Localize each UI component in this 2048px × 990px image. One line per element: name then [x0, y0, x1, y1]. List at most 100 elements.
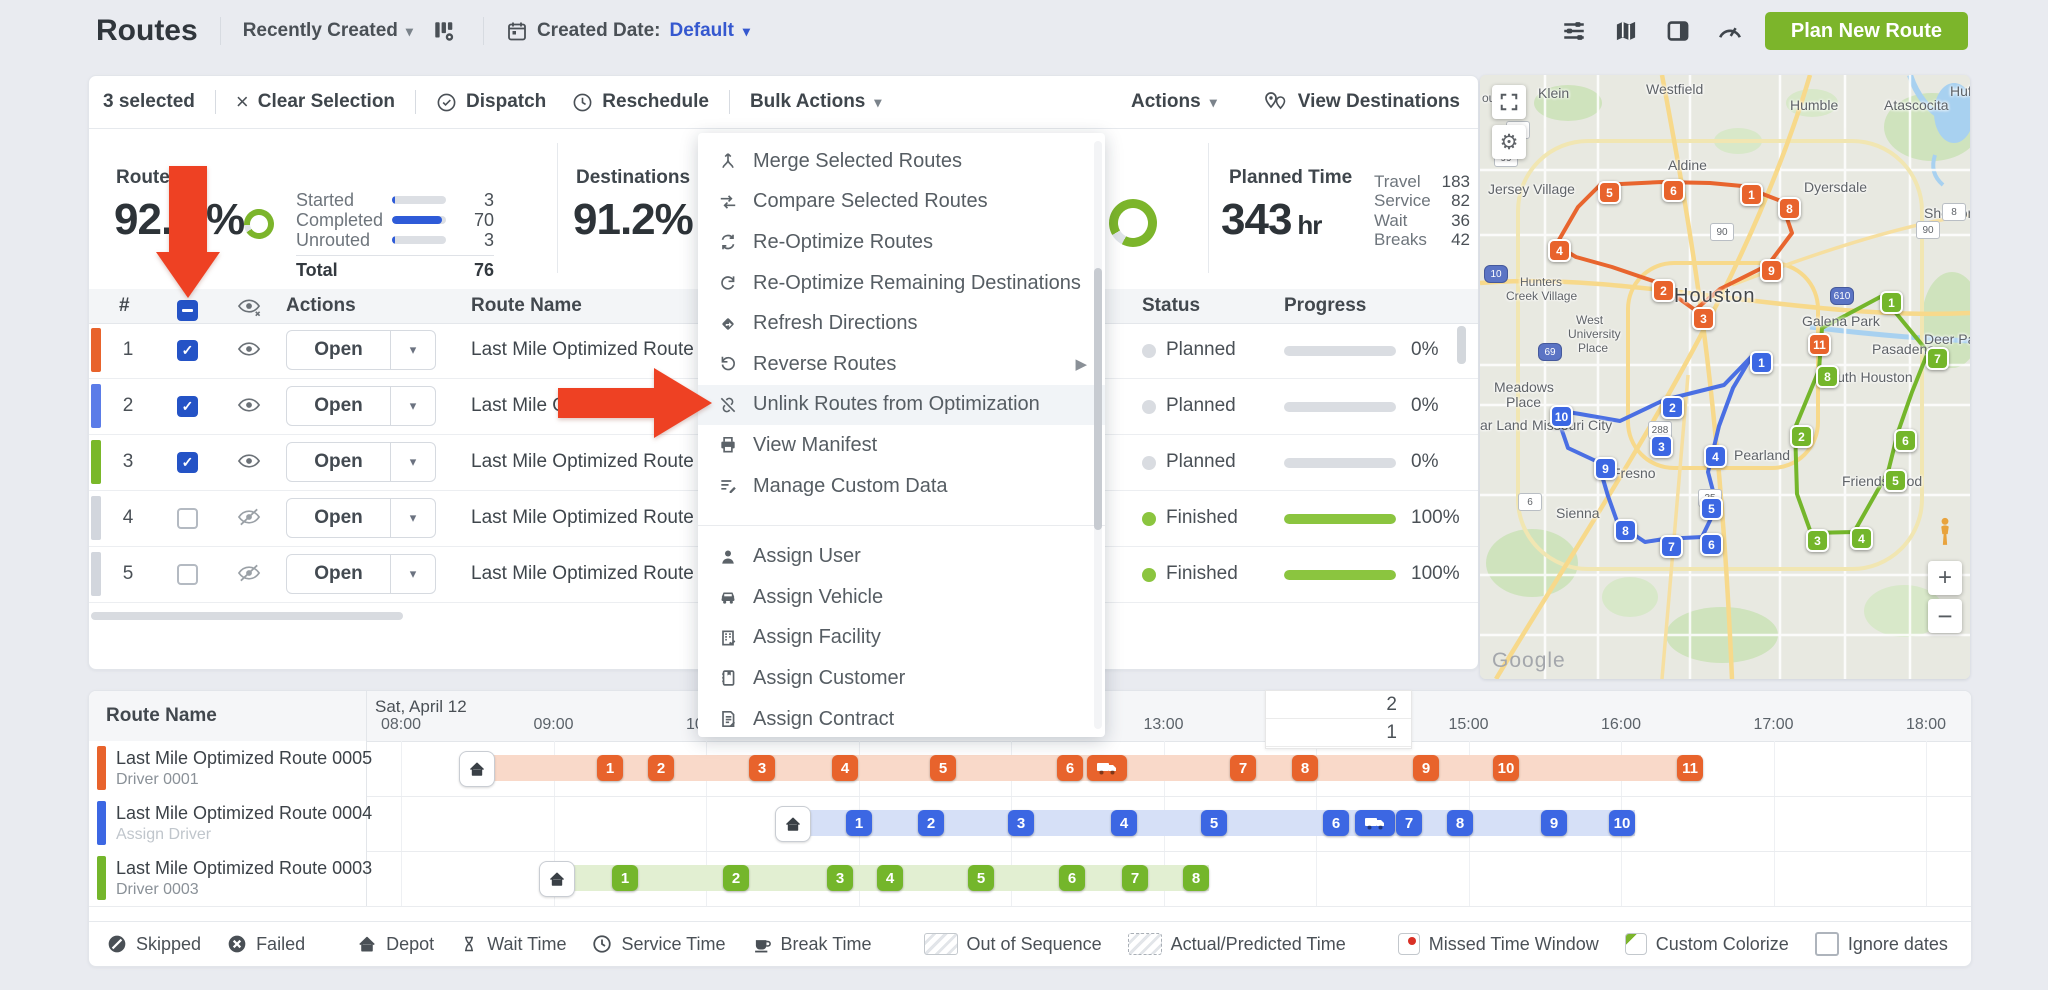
map-stop-marker[interactable]: 10: [1550, 405, 1573, 428]
menu-scrollbar-thumb[interactable]: [1094, 268, 1102, 530]
depot-marker[interactable]: [539, 861, 575, 897]
map-stop-marker[interactable]: 3: [1806, 529, 1829, 552]
stop-marker[interactable]: 5: [1201, 810, 1227, 836]
stop-marker[interactable]: 8: [1183, 865, 1209, 891]
pegman-icon[interactable]: [1928, 515, 1962, 549]
stop-marker[interactable]: 2: [723, 865, 749, 891]
map-stop-marker[interactable]: 5: [1884, 469, 1907, 492]
stop-marker[interactable]: 6: [1057, 755, 1083, 781]
stop-marker[interactable]: 9: [1541, 810, 1567, 836]
map-stop-marker[interactable]: 4: [1704, 445, 1727, 468]
stop-marker[interactable]: 7: [1122, 865, 1148, 891]
map-stop-marker[interactable]: 1: [1740, 183, 1763, 206]
horizontal-scrollbar[interactable]: [91, 612, 403, 620]
timeline-route-cell[interactable]: Last Mile Optimized Route 0005 Driver 000…: [89, 741, 372, 796]
map-stop-marker[interactable]: 3: [1692, 307, 1715, 330]
map-stop-marker[interactable]: 7: [1660, 535, 1683, 558]
zoom-out-button[interactable]: −: [1928, 599, 1962, 633]
map-stop-marker[interactable]: 6: [1662, 179, 1685, 202]
stop-marker[interactable]: 2: [648, 755, 674, 781]
plan-new-route-button[interactable]: Plan New Route: [1764, 12, 1968, 50]
menu-item-contract[interactable]: Assign Contract: [698, 699, 1105, 740]
map-stop-marker[interactable]: 4: [1850, 527, 1873, 550]
map-stop-marker[interactable]: 5: [1700, 497, 1723, 520]
map-view-button[interactable]: [1609, 14, 1643, 48]
menu-item-user[interactable]: Assign User: [698, 536, 1105, 577]
stop-marker[interactable]: 5: [930, 755, 956, 781]
menu-item-customer[interactable]: Assign Customer: [698, 658, 1105, 699]
map-panel[interactable]: Google ouettaKleinWestfieldHumbleAtascoc…: [1480, 75, 1970, 679]
menu-item-merge[interactable]: Merge Selected Routes: [698, 141, 1105, 182]
stop-marker[interactable]: 4: [832, 755, 858, 781]
created-date-filter[interactable]: Created Date: Default ▾: [506, 20, 750, 42]
depot-marker[interactable]: [775, 806, 811, 842]
stop-marker[interactable]: 6: [1323, 810, 1349, 836]
map-stop-marker[interactable]: 2: [1790, 425, 1813, 448]
fullscreen-button[interactable]: [1492, 85, 1526, 119]
stop-marker[interactable]: 1: [612, 865, 638, 891]
stop-marker[interactable]: 3: [827, 865, 853, 891]
reschedule-button[interactable]: Reschedule: [572, 91, 709, 113]
map-stop-marker[interactable]: 11: [1808, 333, 1831, 356]
map-stop-marker[interactable]: 8: [1816, 365, 1839, 388]
menu-item-unlink[interactable]: Unlink Routes from Optimization: [698, 384, 1105, 426]
stop-marker[interactable]: 11: [1677, 755, 1703, 781]
zoom-in-button[interactable]: +: [1928, 561, 1962, 595]
clear-selection-button[interactable]: × Clear Selection: [236, 89, 395, 115]
stop-marker[interactable]: 3: [749, 755, 775, 781]
actions-dropdown[interactable]: Actions ▾: [1131, 91, 1217, 113]
stop-marker[interactable]: 8: [1292, 755, 1318, 781]
row-checkbox[interactable]: ✓: [177, 340, 198, 361]
open-route-button[interactable]: Open ▾: [286, 330, 436, 370]
open-route-button[interactable]: Open ▾: [286, 386, 436, 426]
map-stop-marker[interactable]: 1: [1880, 291, 1903, 314]
eye-icon[interactable]: [237, 450, 262, 472]
dashboard-button[interactable]: [1713, 14, 1747, 48]
map-stop-marker[interactable]: 1: [1750, 351, 1773, 374]
stop-marker[interactable]: 4: [877, 865, 903, 891]
map-stop-marker[interactable]: 8: [1614, 519, 1637, 542]
eye-off-icon[interactable]: [237, 562, 262, 584]
menu-item-print[interactable]: View Manifest: [698, 425, 1105, 466]
row-checkbox[interactable]: [177, 564, 198, 585]
menu-item-facility[interactable]: Assign Facility: [698, 618, 1105, 659]
map-stop-marker[interactable]: 5: [1598, 181, 1621, 204]
stop-marker[interactable]: 3: [1008, 810, 1034, 836]
stop-marker[interactable]: 7: [1396, 810, 1422, 836]
menu-item-refresh-directions[interactable]: Refresh Directions: [698, 303, 1105, 344]
menu-item-reoptimize-remaining[interactable]: Re-Optimize Remaining Destinations: [698, 263, 1105, 304]
eye-icon[interactable]: [237, 394, 262, 416]
map-stop-marker[interactable]: 9: [1594, 457, 1617, 480]
dispatch-button[interactable]: Dispatch: [436, 91, 546, 113]
stop-marker[interactable]: 8: [1447, 810, 1473, 836]
menu-item-vehicle[interactable]: Assign Vehicle: [698, 577, 1105, 618]
stop-marker[interactable]: 1: [846, 810, 872, 836]
depot-marker[interactable]: [459, 751, 495, 787]
filters-button[interactable]: [1557, 14, 1591, 48]
ignore-dates-toggle[interactable]: Ignore dates: [1814, 932, 1948, 956]
stop-marker[interactable]: 10: [1609, 810, 1635, 836]
map-stop-marker[interactable]: 7: [1926, 347, 1949, 370]
map-stop-marker[interactable]: 3: [1650, 435, 1673, 458]
side-panel-button[interactable]: [1661, 14, 1695, 48]
row-checkbox[interactable]: [177, 508, 198, 529]
menu-item-reverse[interactable]: Reverse Routes ▶: [698, 344, 1105, 385]
row-checkbox[interactable]: ✓: [177, 452, 198, 473]
sort-dropdown[interactable]: Recently Created ▾: [243, 20, 413, 42]
map-stop-marker[interactable]: 6: [1700, 533, 1723, 556]
stop-marker[interactable]: 7: [1230, 755, 1256, 781]
bulk-actions-dropdown[interactable]: Bulk Actions ▾: [750, 91, 881, 113]
map-stop-marker[interactable]: 9: [1760, 259, 1783, 282]
menu-item-compare[interactable]: Compare Selected Routes: [698, 182, 1105, 223]
open-route-button[interactable]: Open ▾: [286, 554, 436, 594]
map-stop-marker[interactable]: 6: [1894, 429, 1917, 452]
stop-marker[interactable]: 9: [1413, 755, 1439, 781]
map-stop-marker[interactable]: 2: [1652, 279, 1675, 302]
vertical-scrollbar[interactable]: [1457, 326, 1466, 364]
map-settings-gear-icon[interactable]: ⚙: [1492, 125, 1526, 159]
stop-marker[interactable]: 10: [1493, 755, 1519, 781]
stop-marker[interactable]: 5: [968, 865, 994, 891]
stop-marker[interactable]: 1: [597, 755, 623, 781]
row-checkbox[interactable]: ✓: [177, 396, 198, 417]
break-truck-badge[interactable]: [1355, 810, 1395, 836]
